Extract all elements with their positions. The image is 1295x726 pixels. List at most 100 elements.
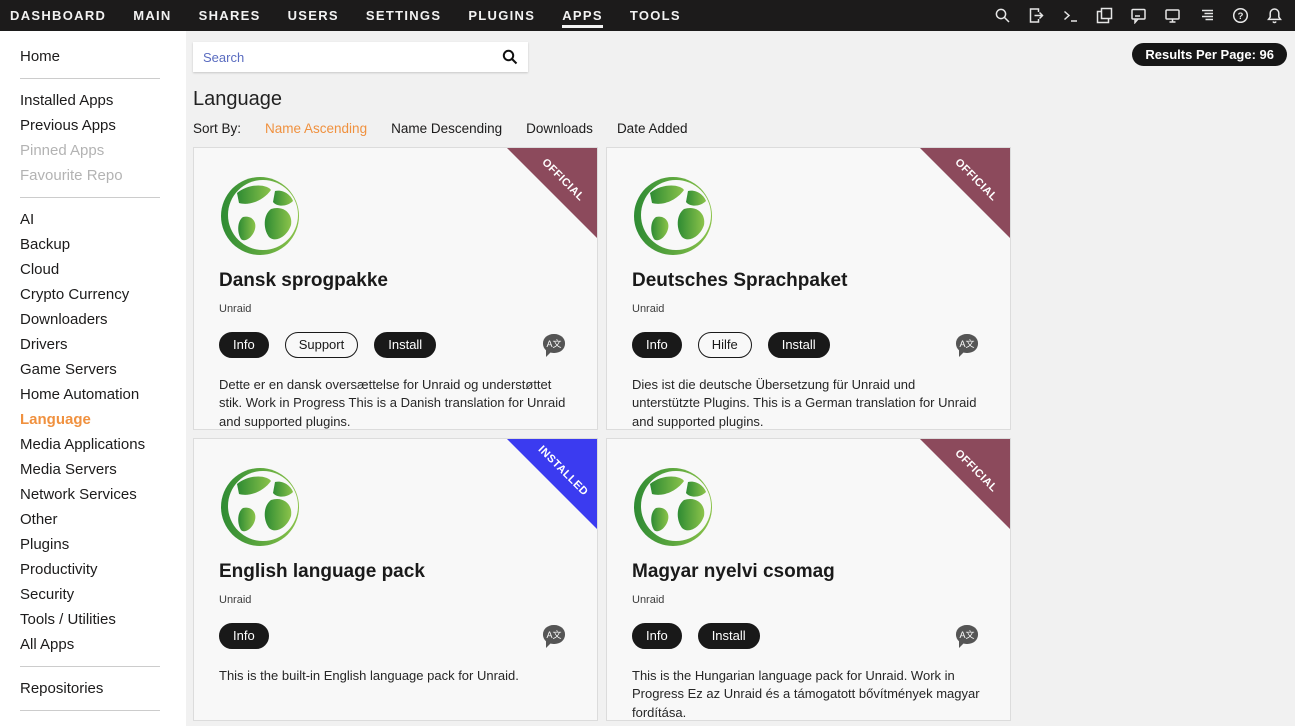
search-input[interactable]	[203, 50, 502, 65]
sidebar-item-media-servers[interactable]: Media Servers	[0, 457, 186, 482]
search-box	[193, 42, 528, 72]
install-button[interactable]: Install	[374, 332, 436, 358]
sort-by-label: Sort By:	[193, 121, 241, 136]
log-icon[interactable]	[1198, 7, 1215, 24]
help-icon[interactable]: ?	[1232, 7, 1249, 24]
main-content: Results Per Page: 96 Language Sort By: N…	[186, 31, 1295, 726]
support-button[interactable]: Hilfe	[698, 332, 752, 358]
app-author: Unraid	[219, 594, 567, 606]
sidebar-item-crypto-currency[interactable]: Crypto Currency	[0, 282, 186, 307]
sidebar-item-productivity[interactable]: Productivity	[0, 557, 186, 582]
search-submit-icon[interactable]	[502, 49, 518, 65]
sidebar-item-settings[interactable]: Settings	[0, 720, 186, 726]
bell-icon[interactable]	[1266, 7, 1283, 24]
info-button[interactable]: Info	[219, 623, 269, 649]
sidebar-item-pinned-apps: Pinned Apps	[0, 138, 186, 163]
info-button[interactable]: Info	[219, 332, 269, 358]
info-button[interactable]: Info	[632, 332, 682, 358]
app-title[interactable]: Magyar nyelvi csomag	[632, 561, 980, 583]
nav-tab-dashboard[interactable]: Dashboard	[10, 3, 106, 28]
sidebar-item-repositories[interactable]: Repositories	[0, 676, 186, 701]
app-description: Dies ist die deutsche Übersetzung für Un…	[632, 376, 980, 430]
sidebar-item-downloaders[interactable]: Downloaders	[0, 307, 186, 332]
results-per-page-badge[interactable]: Results Per Page: 96	[1132, 43, 1287, 66]
install-button[interactable]: Install	[768, 332, 830, 358]
nav-tab-shares[interactable]: Shares	[199, 3, 261, 28]
sidebar-item-security[interactable]: Security	[0, 582, 186, 607]
app-description: This is the Hungarian language pack for …	[632, 667, 980, 721]
app-author: Unraid	[632, 303, 980, 315]
nav-tab-apps[interactable]: Apps	[562, 3, 603, 28]
app-card-magyar-nyelvi-csomag: OFFICIAL Magyar nyelvi csomag Unraid Inf…	[606, 438, 1011, 721]
official-ribbon: OFFICIAL	[920, 439, 1010, 529]
sidebar-item-tools-utilities[interactable]: Tools / Utilities	[0, 607, 186, 632]
support-button[interactable]: Support	[285, 332, 359, 358]
official-ribbon: OFFICIAL	[507, 148, 597, 238]
top-navbar: Dashboard Main Shares Users Settings Plu…	[0, 0, 1295, 31]
info-button[interactable]: Info	[632, 623, 682, 649]
globe-icon	[219, 466, 301, 548]
app-title[interactable]: Deutsches Sprachpaket	[632, 270, 980, 292]
app-author: Unraid	[219, 303, 567, 315]
sidebar: Home Installed Apps Previous Apps Pinned…	[0, 31, 186, 726]
sidebar-item-drivers[interactable]: Drivers	[0, 332, 186, 357]
sidebar-item-media-applications[interactable]: Media Applications	[0, 432, 186, 457]
sidebar-item-ai[interactable]: AI	[0, 207, 186, 232]
nav-icon-bar: ?	[994, 7, 1285, 24]
sidebar-item-network-services[interactable]: Network Services	[0, 482, 186, 507]
sidebar-item-backup[interactable]: Backup	[0, 232, 186, 257]
sidebar-divider	[20, 710, 160, 711]
nav-tab-tools[interactable]: Tools	[630, 3, 681, 28]
app-card-english-language-pack: INSTALLED English language pack Unraid I…	[193, 438, 598, 721]
app-card-deutsches-sprachpaket: OFFICIAL Deutsches Sprachpaket Unraid In…	[606, 147, 1011, 430]
ribbon-label: OFFICIAL	[529, 147, 597, 214]
copy-icon[interactable]	[1096, 7, 1113, 24]
nav-tab-plugins[interactable]: Plugins	[468, 3, 535, 28]
globe-icon	[219, 175, 301, 257]
app-description: This is the built-in English language pa…	[219, 667, 567, 686]
sidebar-divider	[20, 666, 160, 667]
sidebar-item-plugins[interactable]: Plugins	[0, 532, 186, 557]
sidebar-item-home[interactable]: Home	[0, 44, 186, 69]
search-icon[interactable]	[994, 7, 1011, 24]
feedback-icon[interactable]	[1130, 7, 1147, 24]
sidebar-divider	[20, 78, 160, 79]
sidebar-item-game-servers[interactable]: Game Servers	[0, 357, 186, 382]
installed-ribbon: INSTALLED	[507, 439, 597, 529]
sort-option-downloads[interactable]: Downloads	[526, 121, 593, 136]
sort-bar: Sort By: Name Ascending Name Descending …	[193, 121, 1287, 136]
terminal-icon[interactable]	[1062, 7, 1079, 24]
ribbon-label: INSTALLED	[529, 438, 597, 505]
translate-icon: A文	[956, 334, 978, 353]
sort-option-date-added[interactable]: Date Added	[617, 121, 688, 136]
sort-option-name-ascending[interactable]: Name Ascending	[265, 121, 367, 136]
app-description: Dette er en dansk oversættelse for Unrai…	[219, 376, 567, 430]
translate-icon: A文	[543, 334, 565, 353]
app-title[interactable]: Dansk sprogpakke	[219, 270, 567, 292]
sidebar-item-previous-apps[interactable]: Previous Apps	[0, 113, 186, 138]
app-card-dansk-sprogpakke: OFFICIAL Dansk sprogpakke Unraid Info Su…	[193, 147, 598, 430]
globe-icon	[632, 175, 714, 257]
globe-icon	[632, 466, 714, 548]
sidebar-item-cloud[interactable]: Cloud	[0, 257, 186, 282]
nav-tab-settings[interactable]: Settings	[366, 3, 441, 28]
sidebar-item-all-apps[interactable]: All Apps	[0, 632, 186, 657]
nav-tab-users[interactable]: Users	[288, 3, 339, 28]
app-title[interactable]: English language pack	[219, 561, 567, 583]
app-card-grid: OFFICIAL Dansk sprogpakke Unraid Info Su…	[193, 147, 1287, 721]
sort-option-name-descending[interactable]: Name Descending	[391, 121, 502, 136]
display-icon[interactable]	[1164, 7, 1181, 24]
sign-out-icon[interactable]	[1028, 7, 1045, 24]
nav-tab-main[interactable]: Main	[133, 3, 171, 28]
ribbon-label: OFFICIAL	[942, 147, 1010, 214]
nav-menu: Dashboard Main Shares Users Settings Plu…	[10, 3, 681, 28]
page-title: Language	[193, 88, 1287, 111]
sidebar-item-language[interactable]: Language	[0, 407, 186, 432]
translate-icon: A文	[956, 625, 978, 644]
sidebar-item-home-automation[interactable]: Home Automation	[0, 382, 186, 407]
app-author: Unraid	[632, 594, 980, 606]
install-button[interactable]: Install	[698, 623, 760, 649]
sidebar-item-other[interactable]: Other	[0, 507, 186, 532]
svg-text:?: ?	[1238, 11, 1244, 22]
sidebar-item-installed-apps[interactable]: Installed Apps	[0, 88, 186, 113]
